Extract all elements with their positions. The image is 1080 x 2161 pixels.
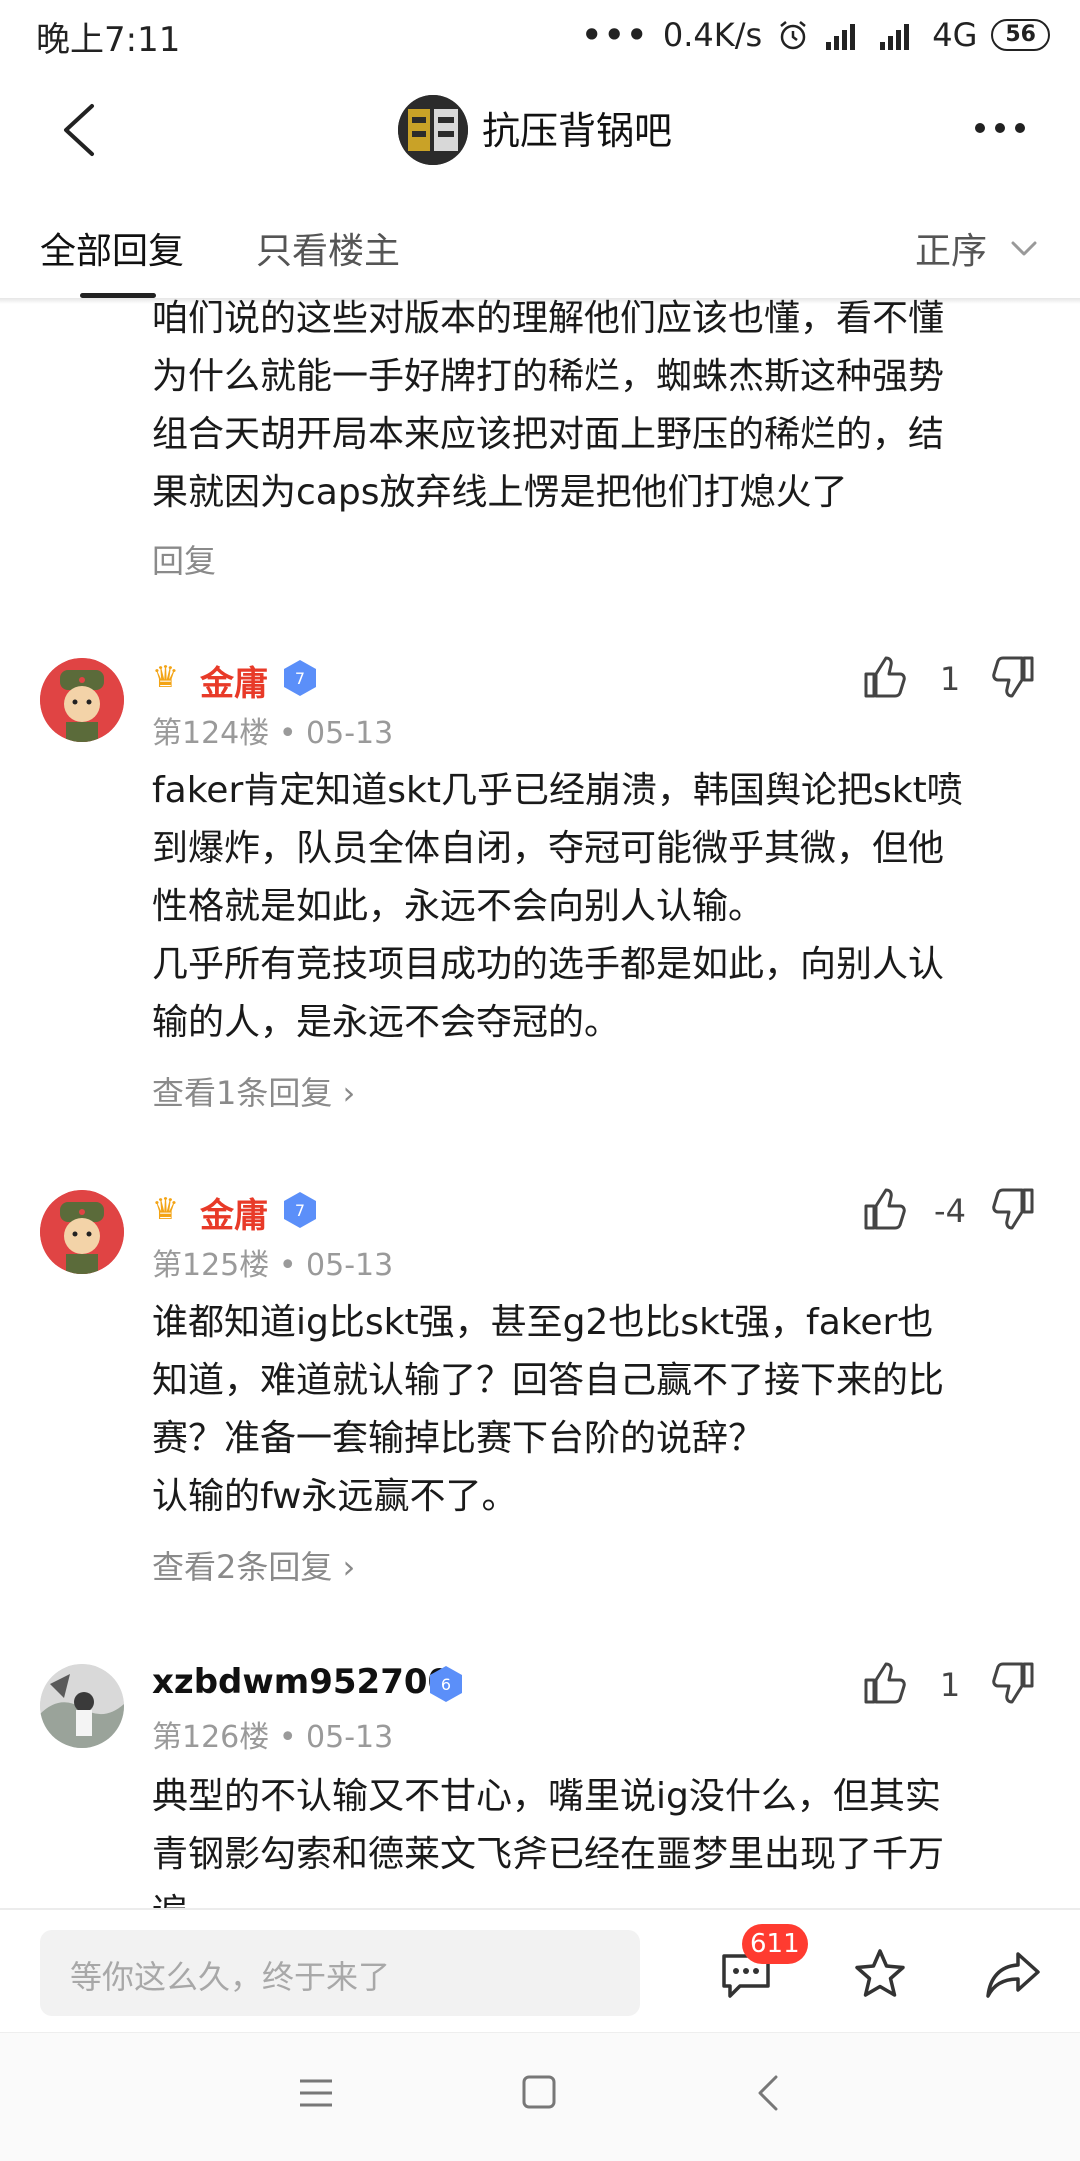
sort-order-button[interactable]: 正序 bbox=[915, 222, 987, 274]
level-number: 7 bbox=[295, 669, 305, 688]
comment-body: 典型的不认输又不甘心，嘴里说ig没什么，但其实 青钢影勾索和德莱文飞斧已经在噩梦… bbox=[152, 1768, 1032, 1908]
comment-line: 组合天胡开局本来应该把对面上野压的稀烂的，结 bbox=[152, 414, 945, 455]
bottom-divider bbox=[0, 1908, 1080, 1910]
level-number: 6 bbox=[441, 1675, 451, 1694]
comment-body-partial: 咱们说的这些对版本的理解他们应该也懂，看不懂 为什么就能一手好牌打的稀烂，蜘蛛杰… bbox=[152, 290, 1032, 522]
thumbs-up-icon[interactable] bbox=[862, 1660, 908, 1706]
forum-logo[interactable] bbox=[398, 95, 468, 165]
alarm-icon bbox=[780, 21, 806, 50]
comment-line: 性格就是如此，永远不会向别人认输。 bbox=[152, 886, 765, 927]
reply-input-placeholder[interactable]: 等你这么久，终于来了 bbox=[70, 1952, 390, 1998]
comment-line: 典型的不认输又不甘心，嘴里说ig没什么，但其实 bbox=[152, 1776, 941, 1817]
comment-line: 为什么就能一手好牌打的稀烂，蜘蛛杰斯这种强势 bbox=[152, 356, 945, 397]
comment-line: 认输的fw永远赢不了。 bbox=[152, 1476, 518, 1517]
page-title[interactable]: 抗压背锅吧 bbox=[482, 100, 672, 155]
like-count: 1 bbox=[939, 660, 961, 698]
thumbs-down-icon[interactable] bbox=[990, 1186, 1036, 1232]
comment-line: 到爆炸，队员全体自闭，夺冠可能微乎其微，但他 bbox=[152, 828, 945, 869]
meta-separator: • bbox=[278, 716, 307, 751]
comment-line: 咱们说的这些对版本的理解他们应该也懂，看不懂 bbox=[152, 298, 945, 339]
comment-date: 05-13 bbox=[306, 716, 394, 751]
comment-line: 知道，难道就认输了？回答自己赢不了接下来的比 bbox=[152, 1360, 945, 1401]
status-indicators: ••• 0.4K/s 4G 56 bbox=[582, 10, 1050, 60]
comment-meta: 第125楼 • 05-13 bbox=[152, 1240, 393, 1284]
comment-line: 青钢影勾索和德莱文飞斧已经在噩梦里出现了千万 bbox=[152, 1834, 945, 1875]
share-icon[interactable] bbox=[984, 1946, 1042, 2002]
nav-back-icon[interactable] bbox=[754, 2074, 782, 2112]
signal-icon-2 bbox=[880, 24, 910, 50]
avatar-image bbox=[40, 658, 124, 742]
avatar[interactable] bbox=[40, 1664, 124, 1748]
tab-all-replies[interactable]: 全部回复 bbox=[40, 222, 184, 274]
level-badge-icon: 7 bbox=[284, 1192, 316, 1228]
level-number: 7 bbox=[295, 1201, 305, 1220]
floor-number: 第126楼 bbox=[152, 1720, 270, 1755]
thumbs-down-icon[interactable] bbox=[990, 1660, 1036, 1706]
thumbs-down-icon[interactable] bbox=[990, 654, 1036, 700]
username[interactable]: xzbdwm952700 bbox=[152, 1662, 451, 1702]
view-replies-link[interactable]: 查看1条回复 › bbox=[152, 1068, 355, 1114]
star-icon[interactable] bbox=[852, 1946, 908, 2002]
view-replies-link[interactable]: 查看2条回复 › bbox=[152, 1542, 355, 1588]
thumbs-up-icon[interactable] bbox=[862, 654, 908, 700]
back-icon[interactable] bbox=[52, 100, 112, 160]
comment-date: 05-13 bbox=[306, 1720, 394, 1755]
avatar[interactable] bbox=[40, 658, 124, 742]
comment-date: 05-13 bbox=[306, 1248, 394, 1283]
net-speed: 0.4K/s bbox=[662, 16, 763, 54]
reply-button[interactable]: 回复 bbox=[152, 536, 216, 582]
signal-icon bbox=[826, 24, 856, 50]
comment-count-badge: 611 bbox=[742, 1924, 808, 1964]
username[interactable]: 金庸 bbox=[200, 656, 268, 705]
level-badge-icon: 7 bbox=[284, 660, 316, 696]
comment-line: 谁都知道ig比skt强，甚至g2也比skt强，faker也 bbox=[152, 1302, 934, 1343]
avatar-image bbox=[40, 1664, 124, 1748]
like-count: -4 bbox=[934, 1192, 966, 1230]
comment-line: 输的人，是永远不会夺冠的。 bbox=[152, 1002, 621, 1043]
battery-indicator: 56 bbox=[991, 19, 1050, 51]
status-time: 晚上7:11 bbox=[36, 20, 181, 60]
home-icon[interactable] bbox=[522, 2075, 556, 2109]
comment-body: 谁都知道ig比skt强，甚至g2也比skt强，faker也 知道，难道就认输了？… bbox=[152, 1294, 1032, 1526]
floor-number: 第124楼 bbox=[152, 716, 270, 751]
floor-number: 第125楼 bbox=[152, 1248, 270, 1283]
like-count: 1 bbox=[939, 1666, 961, 1704]
comment-line: 果就因为caps放弃线上愣是把他们打熄火了 bbox=[152, 472, 848, 513]
more-icon[interactable] bbox=[972, 108, 1028, 148]
comment-line: 赛？准备一套输掉比赛下台阶的说辞？ bbox=[152, 1418, 765, 1459]
avatar-image bbox=[40, 1190, 124, 1274]
tab-op-only[interactable]: 只看楼主 bbox=[256, 222, 400, 274]
comment-meta: 第124楼 • 05-13 bbox=[152, 708, 393, 752]
crown-icon: ♛ bbox=[152, 1192, 179, 1227]
comment-line: 遍 bbox=[152, 1884, 1032, 1908]
thumbs-up-icon[interactable] bbox=[862, 1186, 908, 1232]
comment-line: faker肯定知道skt几乎已经崩溃，韩国舆论把skt喷 bbox=[152, 770, 963, 811]
menu-icon[interactable] bbox=[298, 2077, 334, 2109]
comment-meta: 第126楼 • 05-13 bbox=[152, 1712, 393, 1756]
level-badge-icon: 6 bbox=[430, 1666, 462, 1702]
comment-line: 几乎所有竞技项目成功的选手都是如此，向别人认 bbox=[152, 944, 945, 985]
avatar[interactable] bbox=[40, 1190, 124, 1274]
crown-icon: ♛ bbox=[152, 660, 179, 695]
meta-separator: • bbox=[278, 1720, 307, 1755]
chevron-down-icon[interactable] bbox=[1010, 234, 1038, 262]
network-type: 4G bbox=[932, 16, 978, 54]
comment-body: faker肯定知道skt几乎已经崩溃，韩国舆论把skt喷 到爆炸，队员全体自闭，… bbox=[152, 762, 1032, 1052]
forum-logo-image bbox=[398, 95, 468, 165]
status-dots: ••• bbox=[581, 16, 649, 54]
meta-separator: • bbox=[278, 1248, 307, 1283]
username[interactable]: 金庸 bbox=[200, 1188, 268, 1237]
status-bar: 晚上7:11 ••• 0.4K/s 4G 56 bbox=[0, 0, 1080, 70]
